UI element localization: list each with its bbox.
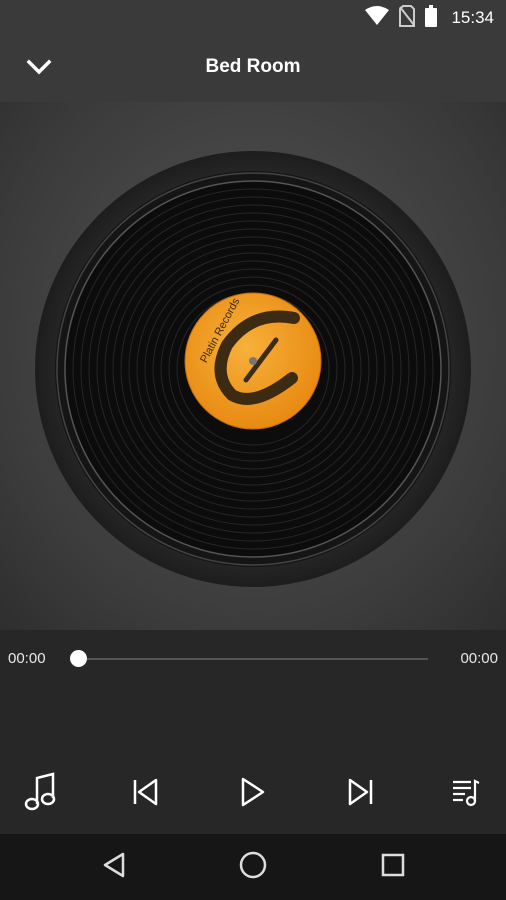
play-icon <box>239 776 267 813</box>
playlist-button[interactable] <box>444 772 488 816</box>
no-sim-icon <box>399 4 416 32</box>
recents-square-icon <box>380 852 406 883</box>
wifi-icon <box>365 5 390 31</box>
nav-back-button[interactable] <box>94 850 134 884</box>
playlist-icon <box>451 777 481 812</box>
page-title: Bed Room <box>205 56 301 77</box>
nav-recents-button[interactable] <box>373 850 413 884</box>
back-triangle-icon <box>101 851 127 884</box>
home-circle-icon <box>238 850 268 885</box>
status-bar: 15:34 <box>0 0 506 36</box>
status-icons: 15:34 <box>365 4 494 32</box>
next-button[interactable] <box>338 772 382 816</box>
record-label: Platin Records <box>184 292 322 430</box>
previous-button[interactable] <box>124 772 168 816</box>
seek-thumb[interactable] <box>70 650 87 667</box>
status-time: 15:34 <box>451 8 494 27</box>
navigation-bar <box>0 834 506 900</box>
nav-home-button[interactable] <box>233 850 273 884</box>
vinyl-record: Platin Records <box>35 151 471 587</box>
current-time: 00:00 <box>8 650 46 667</box>
toolbar: Bed Room <box>0 36 506 102</box>
total-time: 00:00 <box>460 650 498 667</box>
album-art-area: Platin Records <box>0 102 506 630</box>
next-icon <box>346 777 374 812</box>
player-controls: 00:00 00:00 <box>0 630 506 834</box>
play-button[interactable] <box>231 772 275 816</box>
music-button[interactable] <box>18 771 62 817</box>
battery-icon <box>425 4 438 32</box>
seek-bar[interactable] <box>78 658 428 660</box>
previous-icon <box>132 777 160 812</box>
music-note-icon <box>23 771 57 817</box>
